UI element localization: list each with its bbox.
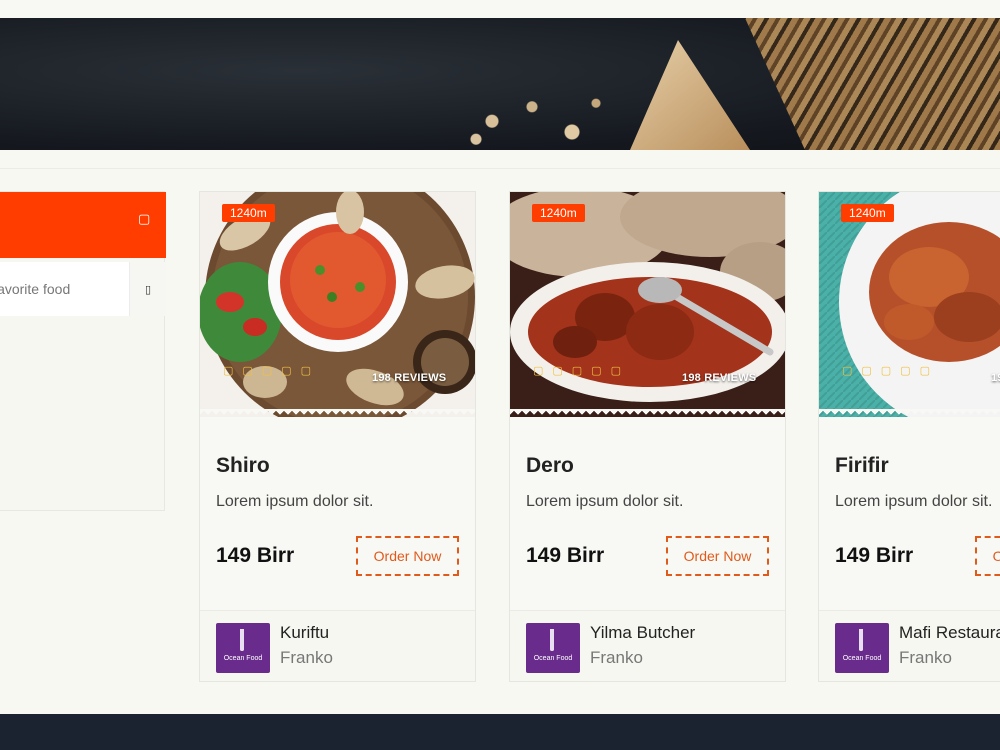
distance-badge: 1240m — [222, 204, 275, 222]
food-card[interactable]: 1240m ▢▢▢▢▢ 198 REVIEWS Dero Lorem ipsum… — [509, 191, 786, 682]
food-image[interactable]: 1240m ▢▢▢▢▢ 198 REVIEWS — [819, 192, 1000, 417]
rating-stars: ▢▢▢▢▢ — [533, 364, 630, 377]
restaurant-city: Franko — [899, 648, 952, 667]
zigzag-edge — [819, 409, 1000, 417]
fork-icon — [240, 629, 244, 651]
restaurant-info[interactable]: Ocean Food Yilma Butcher Franko — [510, 610, 785, 681]
search-row: ▯ — [0, 262, 166, 316]
filter-sidebar: ▢ ▯ — [0, 191, 166, 511]
food-image[interactable]: 1240m ▢▢▢▢▢ 198 REVIEWS — [510, 192, 785, 417]
sidebar-header[interactable]: ▢ — [0, 192, 166, 258]
restaurant-logo: Ocean Food — [216, 623, 270, 673]
restaurant-info[interactable]: Ocean Food Mafi Restaurant Franko — [819, 610, 1000, 681]
section-divider — [0, 168, 1000, 169]
firifir-dish-image — [819, 192, 1000, 417]
food-card[interactable]: 1240m ▢▢▢▢▢ 198 REVIEWS Shiro Lorem ipsu… — [199, 191, 476, 682]
restaurant-city: Franko — [590, 648, 643, 667]
food-price: 149 Birr — [526, 544, 605, 567]
restaurant-name[interactable]: Yilma Butcher — [590, 623, 695, 643]
bread-crumbs-decoration — [460, 78, 620, 150]
zigzag-edge — [510, 409, 785, 417]
restaurant-logo: Ocean Food — [526, 623, 580, 673]
food-card[interactable]: 1240m ▢▢▢▢▢ 198 REVIEWS Firifir Lorem ip… — [818, 191, 1000, 682]
restaurant-name[interactable]: Kuriftu — [280, 623, 329, 643]
top-bar — [0, 0, 1000, 18]
food-image[interactable]: 1240m ▢▢▢▢▢ 198 REVIEWS — [200, 192, 475, 417]
logo-text: Ocean Food — [533, 655, 573, 662]
food-price: 149 Birr — [216, 544, 295, 567]
food-price: 149 Birr — [835, 544, 914, 567]
order-now-button[interactable]: Order Now — [666, 536, 769, 576]
food-title: Shiro — [216, 454, 270, 477]
food-description: Lorem ipsum dolor sit. — [835, 493, 993, 510]
restaurant-info[interactable]: Ocean Food Kuriftu Franko — [200, 610, 475, 681]
restaurant-logo: Ocean Food — [835, 623, 889, 673]
logo-text: Ocean Food — [842, 655, 882, 662]
logo-text: Ocean Food — [223, 655, 263, 662]
restaurant-name[interactable]: Mafi Restaurant — [899, 623, 1000, 643]
zigzag-edge — [200, 409, 475, 417]
wheat-decoration — [745, 18, 1000, 150]
food-description: Lorem ipsum dolor sit. — [526, 493, 684, 510]
reviews-count: 198 REVIEWS — [991, 372, 1000, 384]
distance-badge: 1240m — [532, 204, 585, 222]
rating-stars: ▢▢▢▢▢ — [223, 364, 320, 377]
distance-badge: 1240m — [841, 204, 894, 222]
order-now-button[interactable]: Order Now — [356, 536, 459, 576]
search-input[interactable] — [0, 262, 129, 316]
rating-stars: ▢▢▢▢▢ — [842, 364, 939, 377]
reviews-count: 198 REVIEWS — [372, 372, 447, 384]
restaurant-city: Franko — [280, 648, 333, 667]
search-icon: ▯ — [144, 282, 152, 296]
bread-decoration — [630, 40, 750, 150]
food-title: Dero — [526, 454, 574, 477]
chevron-icon[interactable]: ▢ — [138, 212, 150, 227]
search-button[interactable]: ▯ — [129, 262, 166, 316]
fork-icon — [859, 629, 863, 651]
food-title: Firifir — [835, 454, 889, 477]
reviews-count: 198 REVIEWS — [682, 372, 757, 384]
fork-icon — [550, 629, 554, 651]
page-footer — [0, 714, 1000, 750]
food-description: Lorem ipsum dolor sit. — [216, 493, 374, 510]
hero-banner — [0, 18, 1000, 150]
order-now-button[interactable]: Order Now — [975, 536, 1000, 576]
